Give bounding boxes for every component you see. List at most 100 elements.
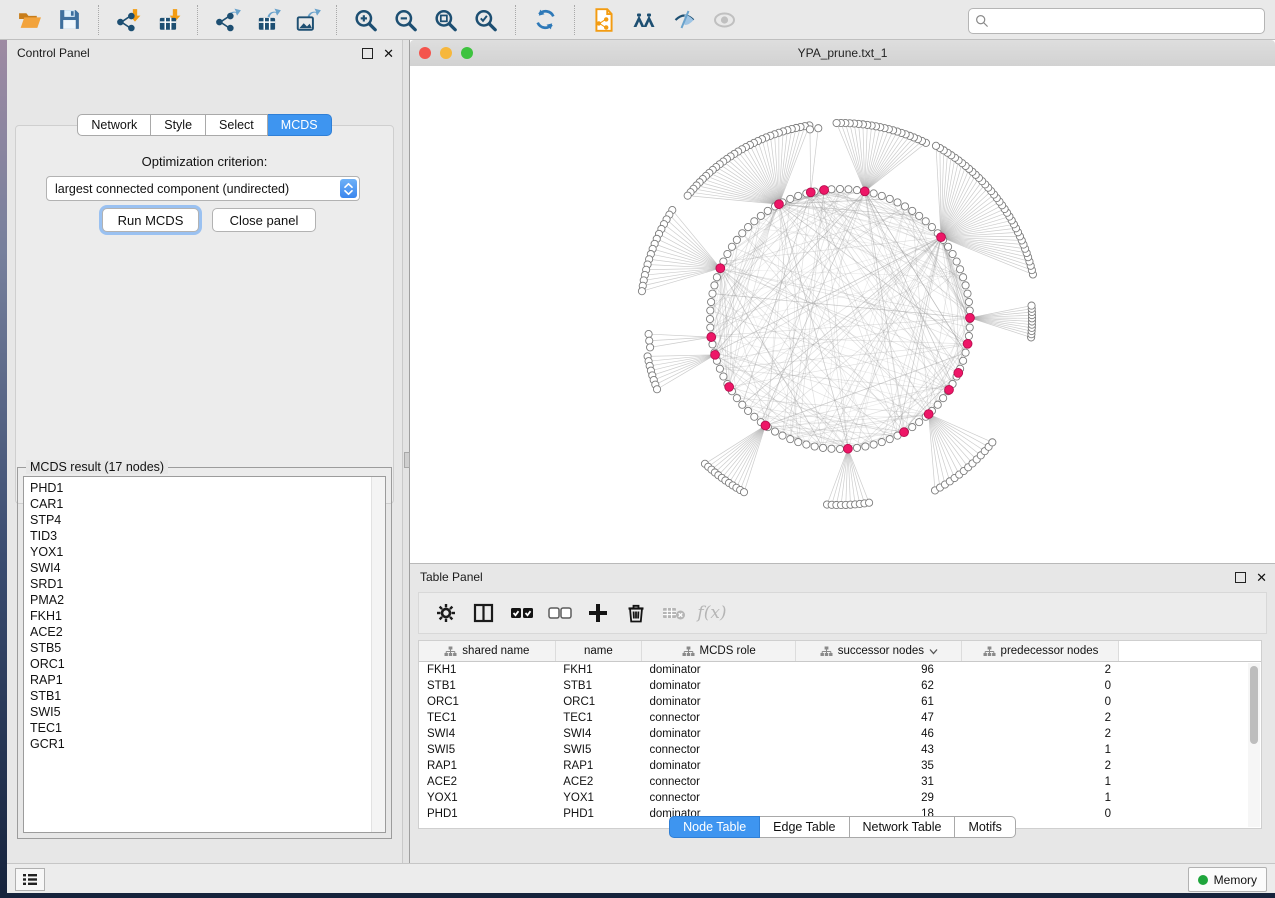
ring-node[interactable]: [878, 192, 885, 199]
ring-node[interactable]: [771, 428, 778, 435]
ring-node[interactable]: [853, 444, 860, 451]
maximize-window-icon[interactable]: [461, 47, 473, 59]
column-header-predecessor-nodes[interactable]: predecessor nodes: [962, 641, 1119, 662]
table-row[interactable]: ACE2ACE2connector311: [419, 774, 1261, 790]
leaf-node[interactable]: [646, 337, 653, 344]
hide-selected-icon[interactable]: [664, 6, 704, 34]
ring-node[interactable]: [870, 441, 877, 448]
ring-node[interactable]: [757, 212, 764, 219]
close-table-panel-icon[interactable]: ✕: [1256, 571, 1267, 584]
ring-node[interactable]: [909, 207, 916, 214]
ring-node[interactable]: [894, 199, 901, 206]
mcds-hub-node[interactable]: [937, 233, 946, 242]
ring-node[interactable]: [795, 192, 802, 199]
ring-node[interactable]: [795, 439, 802, 446]
column-header-shared-name[interactable]: shared name: [419, 641, 555, 662]
first-neighbors-icon[interactable]: [624, 6, 664, 34]
ring-node[interactable]: [779, 432, 786, 439]
mcds-hub-node[interactable]: [707, 333, 716, 342]
delete-row-icon[interactable]: [617, 598, 655, 628]
table-row[interactable]: ORC1ORC1dominator610: [419, 694, 1261, 710]
mcds-result-item[interactable]: ACE2: [30, 624, 385, 640]
mcds-result-item[interactable]: TID3: [30, 528, 385, 544]
mcds-result-item[interactable]: STB5: [30, 640, 385, 656]
tab-select[interactable]: Select: [206, 114, 268, 136]
mcds-result-item[interactable]: PMA2: [30, 592, 385, 608]
ring-node[interactable]: [870, 190, 877, 197]
zoom-in-icon[interactable]: [346, 6, 386, 34]
settings-gear-icon[interactable]: [427, 598, 465, 628]
export-table-icon[interactable]: [247, 6, 287, 34]
ring-node[interactable]: [828, 186, 835, 193]
mcds-hub-node[interactable]: [820, 186, 829, 195]
network-window-titlebar[interactable]: YPA_prune.txt_1: [410, 40, 1275, 67]
ring-node[interactable]: [962, 349, 969, 356]
ring-node[interactable]: [706, 315, 713, 322]
table-row[interactable]: TEC1TEC1connector472: [419, 710, 1261, 726]
ring-node[interactable]: [965, 298, 972, 305]
tab-edge-table[interactable]: Edge Table: [760, 816, 849, 838]
leaf-node[interactable]: [833, 119, 840, 126]
mcds-result-item[interactable]: CAR1: [30, 496, 385, 512]
ring-node[interactable]: [707, 324, 714, 331]
column-header-successor-nodes[interactable]: successor nodes: [796, 641, 962, 662]
ring-node[interactable]: [711, 282, 718, 289]
float-panel-icon[interactable]: [362, 48, 373, 59]
ring-node[interactable]: [716, 365, 723, 372]
mcds-hub-node[interactable]: [711, 350, 720, 359]
mcds-result-item[interactable]: RAP1: [30, 672, 385, 688]
mcds-hub-node[interactable]: [761, 421, 770, 430]
ring-node[interactable]: [728, 243, 735, 250]
export-image-icon[interactable]: [287, 6, 327, 34]
ring-node[interactable]: [965, 332, 972, 339]
leaf-node[interactable]: [645, 330, 652, 337]
import-network-icon[interactable]: [108, 6, 148, 34]
mcds-hub-node[interactable]: [860, 187, 869, 196]
leaf-node[interactable]: [989, 439, 996, 446]
tab-node-table[interactable]: Node Table: [669, 816, 760, 838]
table-scrollbar[interactable]: [1248, 663, 1260, 827]
ring-node[interactable]: [934, 401, 941, 408]
mcds-hub-node[interactable]: [924, 410, 933, 419]
mcds-scrollbar[interactable]: [371, 477, 385, 832]
close-window-icon[interactable]: [419, 47, 431, 59]
mcds-result-item[interactable]: FKH1: [30, 608, 385, 624]
open-folder-icon[interactable]: [9, 6, 49, 34]
ring-node[interactable]: [944, 243, 951, 250]
mcds-hub-node[interactable]: [963, 339, 972, 348]
leaf-node[interactable]: [865, 499, 872, 506]
panel-splitter[interactable]: [402, 40, 410, 863]
ring-node[interactable]: [940, 395, 947, 402]
mcds-result-item[interactable]: ORC1: [30, 656, 385, 672]
ring-node[interactable]: [922, 218, 929, 225]
tab-network-table[interactable]: Network Table: [850, 816, 956, 838]
export-network-icon[interactable]: [207, 6, 247, 34]
ring-node[interactable]: [845, 186, 852, 193]
show-columns-icon[interactable]: [465, 598, 503, 628]
ring-node[interactable]: [733, 395, 740, 402]
search-field[interactable]: [968, 8, 1265, 34]
leaf-node[interactable]: [647, 344, 654, 351]
node-table[interactable]: shared namenameMCDS rolesuccessor nodesp…: [418, 640, 1262, 829]
ring-node[interactable]: [803, 441, 810, 448]
leaf-node[interactable]: [684, 192, 691, 199]
ring-node[interactable]: [744, 407, 751, 414]
minimize-window-icon[interactable]: [440, 47, 452, 59]
mcds-result-item[interactable]: YOX1: [30, 544, 385, 560]
ring-node[interactable]: [828, 445, 835, 452]
ring-node[interactable]: [751, 413, 758, 420]
ring-node[interactable]: [949, 250, 956, 257]
leaf-node[interactable]: [740, 489, 747, 496]
zoom-fit-icon[interactable]: [426, 6, 466, 34]
table-row[interactable]: STB1STB1dominator620: [419, 678, 1261, 694]
ring-node[interactable]: [853, 187, 860, 194]
ring-node[interactable]: [836, 185, 843, 192]
mcds-hub-node[interactable]: [966, 313, 975, 322]
tab-motifs[interactable]: Motifs: [955, 816, 1015, 838]
float-table-panel-icon[interactable]: [1235, 572, 1246, 583]
close-panel-button[interactable]: Close panel: [212, 208, 316, 232]
deselect-all-icon[interactable]: [541, 598, 579, 628]
ring-node[interactable]: [960, 274, 967, 281]
ring-node[interactable]: [886, 436, 893, 443]
leaf-node[interactable]: [1028, 302, 1035, 309]
